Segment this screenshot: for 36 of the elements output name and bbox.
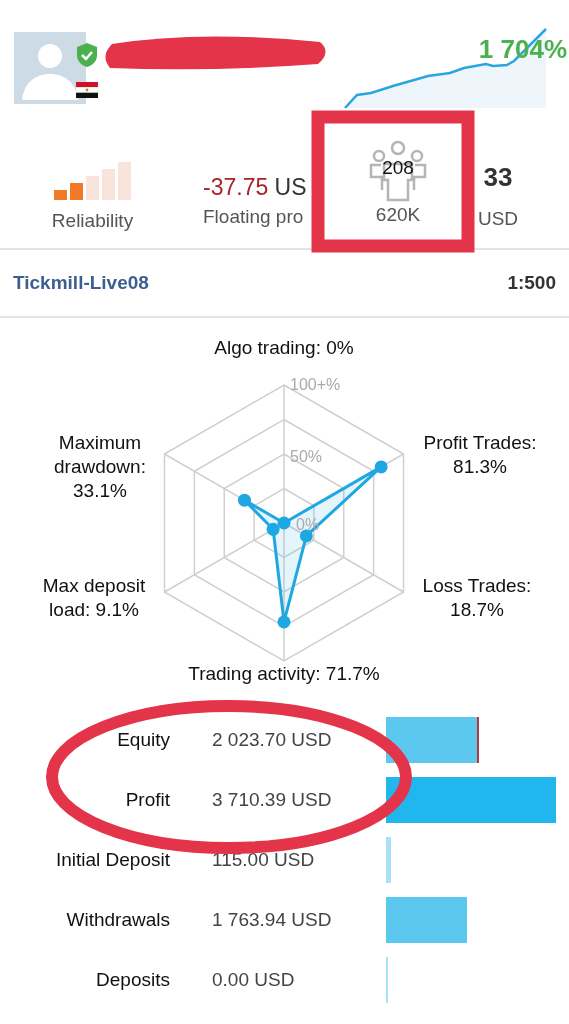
- radar-axis-label: Profit Trades: 81.3%: [423, 431, 537, 479]
- balance-amount: 1 763.94 USD: [211, 909, 333, 931]
- balance-label: Profit: [124, 789, 170, 811]
- data-point: [299, 529, 313, 543]
- balance-amount: 2 023.70 USD: [211, 729, 333, 751]
- radar-axis-label: Maximum drawdown: 33.1%: [54, 431, 146, 503]
- data-point: [277, 516, 291, 530]
- leverage-value: 1:500: [507, 272, 556, 294]
- axis-tick-label: 50%: [290, 448, 323, 466]
- avatar-placeholder: [14, 32, 86, 104]
- axis-tick-label: 100+%: [290, 376, 341, 394]
- radar-axis-label: Loss Trades: 18.7%: [422, 574, 532, 622]
- balance-label: Equity: [116, 729, 170, 751]
- radar-axis-label: Algo trading: 0%: [214, 336, 354, 360]
- radar-axis-label: Max deposit load: 9.1%: [42, 574, 146, 622]
- stat-label: USD: [477, 208, 519, 230]
- balance-amount: 115.00 USD: [211, 849, 316, 871]
- balance-value: 33: [483, 161, 513, 194]
- balance-label: Withdrawals: [65, 909, 170, 931]
- balance-amount: 3 710.39 USD: [211, 789, 333, 811]
- data-point: [374, 460, 388, 474]
- flag-icon: [76, 82, 98, 98]
- stat-label: Floating pro: [203, 206, 304, 228]
- floating-profit-value: -37.75 US: [203, 173, 307, 202]
- subscribers-badge: 208: [368, 140, 428, 202]
- data-point: [277, 615, 291, 629]
- balance-label: Deposits: [95, 969, 170, 991]
- balance-amount: 0.00 USD: [211, 969, 296, 991]
- axis-tick-label: 0%: [296, 516, 320, 534]
- stat-label: 620K: [375, 204, 421, 226]
- stat-label: Reliability: [51, 210, 134, 232]
- server-name: Tickmill-Live08: [13, 272, 149, 294]
- data-point: [237, 493, 251, 507]
- radar-axis-label: Trading activity: 71.7%: [188, 662, 380, 686]
- balance-label: Initial Deposit: [54, 849, 170, 871]
- data-point: [266, 522, 280, 536]
